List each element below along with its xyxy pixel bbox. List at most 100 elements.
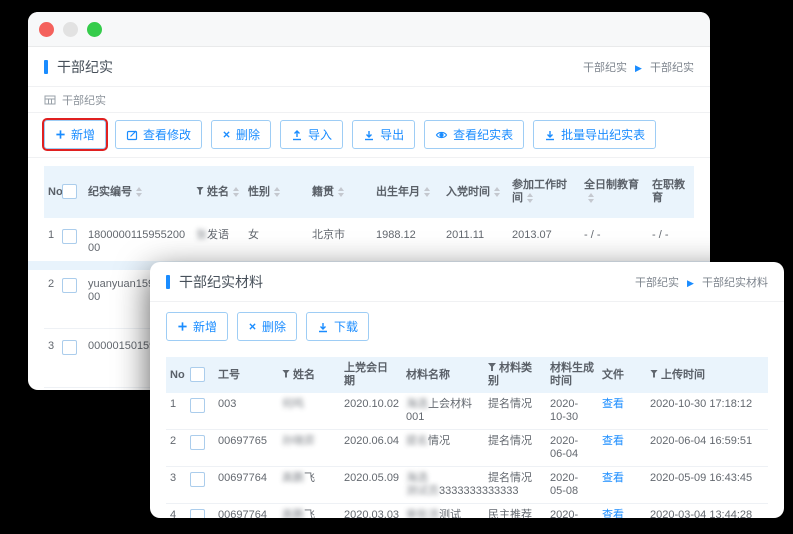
- column-header-fulltime-edu[interactable]: 全日制教育: [580, 166, 648, 218]
- row-checkbox[interactable]: [190, 398, 205, 413]
- redacted-text: 高鹏: [282, 509, 304, 518]
- redacted-text: 审批流: [406, 509, 439, 518]
- view-file-link[interactable]: 查看: [602, 435, 624, 447]
- column-header-native[interactable]: 籍贯: [308, 166, 372, 218]
- export-button[interactable]: 导出: [352, 120, 415, 149]
- cell-no: 2: [44, 267, 58, 329]
- table-row[interactable]: 1 003 何鸣 2020.10.02 海选上会材料001 提名情况 2020-…: [166, 393, 768, 430]
- sort-icon[interactable]: [494, 187, 500, 197]
- filter-icon[interactable]: [488, 363, 496, 371]
- delete-button[interactable]: 删除: [211, 120, 271, 149]
- sort-icon[interactable]: [527, 193, 533, 203]
- cell-no: 3: [166, 467, 186, 504]
- column-header-name[interactable]: 姓名: [192, 166, 244, 218]
- column-header-generated-time[interactable]: 材料生成时间: [546, 357, 598, 393]
- row-checkbox[interactable]: [62, 340, 77, 355]
- redacted-text: 何鸣: [282, 398, 304, 410]
- column-header-emp-id[interactable]: 工号: [214, 357, 278, 393]
- column-header-material-category[interactable]: 材料类别: [484, 357, 546, 393]
- sort-icon[interactable]: [588, 193, 594, 203]
- cell-select[interactable]: [58, 267, 84, 329]
- sort-icon[interactable]: [424, 187, 430, 197]
- column-header-select[interactable]: [186, 357, 214, 393]
- view-file-link[interactable]: 查看: [602, 509, 624, 518]
- column-header-upload-time[interactable]: 上传时间: [646, 357, 768, 393]
- cell-select[interactable]: [186, 393, 214, 430]
- toolbar: 新增 删除 下载: [150, 302, 784, 349]
- cell-meeting-date: 2020.05.09: [340, 467, 402, 504]
- delete-button-label: 删除: [236, 126, 260, 143]
- cell-party-join: 2011.11: [442, 218, 508, 267]
- cell-select[interactable]: [58, 329, 84, 388]
- select-all-checkbox[interactable]: [190, 367, 205, 382]
- delete-button[interactable]: 删除: [237, 312, 297, 341]
- column-header-work-start[interactable]: 参加工作时间: [508, 166, 580, 218]
- column-header-select[interactable]: [58, 166, 84, 218]
- row-checkbox[interactable]: [190, 509, 205, 518]
- cell-no: 3: [44, 329, 58, 388]
- page-title-text: 干部纪实材料: [179, 272, 263, 292]
- table-row[interactable]: 1 180000011595520000 张发语 女 北京市 1988.12 2…: [44, 218, 694, 267]
- download-icon: [363, 129, 375, 141]
- column-header-name[interactable]: 姓名: [278, 357, 340, 393]
- cell-select[interactable]: [58, 388, 84, 391]
- row-checkbox[interactable]: [62, 278, 77, 293]
- table-header-row: No 纪实编号 姓名 性别 籍贯 出生年月 入党时间 参加工作时间 全日制教育 …: [44, 166, 694, 218]
- traffic-light-close[interactable]: [39, 22, 54, 37]
- table-row[interactable]: 4 00697764 高鹏飞 2020.03.03 审批流测试 民主推荐情况 2…: [166, 504, 768, 519]
- view-record-sheet-button[interactable]: 查看纪实表: [424, 120, 524, 149]
- view-edit-button[interactable]: 查看修改: [115, 120, 202, 149]
- cell-select[interactable]: [186, 467, 214, 504]
- breadcrumb-root[interactable]: 干部纪实: [583, 62, 627, 74]
- table-row[interactable]: 2 00697765 孙晓弈 2020.06.04 提名情况 提名情况 2020…: [166, 430, 768, 467]
- column-header-party-join[interactable]: 入党时间: [442, 166, 508, 218]
- cell-file: 查看: [598, 504, 646, 519]
- table-row[interactable]: 3 00697764 高鹏飞 2020.05.09 海选 测试员33333333…: [166, 467, 768, 504]
- row-checkbox[interactable]: [62, 229, 77, 244]
- view-edit-button-label: 查看修改: [143, 126, 191, 143]
- cell-select[interactable]: [186, 504, 214, 519]
- column-header-meeting-date[interactable]: 上党会日期: [340, 357, 402, 393]
- cell-select[interactable]: [58, 218, 84, 267]
- column-header-onjob-edu[interactable]: 在职教育: [648, 166, 694, 218]
- add-button[interactable]: 新增: [166, 312, 228, 341]
- traffic-light-zoom[interactable]: [87, 22, 102, 37]
- breadcrumb-arrow-icon: ▶: [635, 63, 642, 73]
- view-file-link[interactable]: 查看: [602, 472, 624, 484]
- download-button[interactable]: 下载: [306, 312, 369, 341]
- sort-icon[interactable]: [274, 187, 280, 197]
- table-header-row: No 工号 姓名 上党会日期 材料名称 材料类别 材料生成时间 文件 上传时间: [166, 357, 768, 393]
- filter-icon[interactable]: [650, 370, 658, 378]
- batch-export-button[interactable]: 批量导出纪实表: [533, 120, 656, 149]
- breadcrumb-current: 干部纪实材料: [702, 277, 768, 289]
- column-header-birth[interactable]: 出生年月: [372, 166, 442, 218]
- column-header-gender[interactable]: 性别: [244, 166, 308, 218]
- breadcrumb-root[interactable]: 干部纪实: [635, 277, 679, 289]
- column-header-record-id[interactable]: 纪实编号: [84, 166, 192, 218]
- page-title-text: 干部纪实: [57, 57, 113, 77]
- add-button[interactable]: 新增: [44, 120, 106, 149]
- row-checkbox[interactable]: [190, 435, 205, 450]
- select-all-checkbox[interactable]: [62, 184, 77, 199]
- cell-no: 1: [166, 393, 186, 430]
- cell-file: 查看: [598, 467, 646, 504]
- column-header-material-name[interactable]: 材料名称: [402, 357, 484, 393]
- cell-record-id: 180000011595520000: [84, 218, 192, 267]
- sort-icon[interactable]: [233, 187, 239, 197]
- filter-icon[interactable]: [282, 370, 290, 378]
- import-button[interactable]: 导入: [280, 120, 343, 149]
- cell-birth: 1988.12: [372, 218, 442, 267]
- x-icon: [248, 322, 257, 331]
- sort-icon[interactable]: [338, 187, 344, 197]
- breadcrumb-arrow-icon: ▶: [687, 278, 694, 288]
- filter-icon[interactable]: [196, 187, 204, 195]
- sort-icon[interactable]: [136, 187, 142, 197]
- cell-select[interactable]: [186, 430, 214, 467]
- redacted-text: 孙晓弈: [282, 435, 315, 447]
- cell-meeting-date: 2020.03.03: [340, 504, 402, 519]
- view-file-link[interactable]: 查看: [602, 398, 624, 410]
- traffic-light-minimize[interactable]: [63, 22, 78, 37]
- row-checkbox[interactable]: [190, 472, 205, 487]
- cell-fulltime-edu: - / -: [580, 218, 648, 267]
- cell-upload-time: 2020-05-09 16:43:45: [646, 467, 768, 504]
